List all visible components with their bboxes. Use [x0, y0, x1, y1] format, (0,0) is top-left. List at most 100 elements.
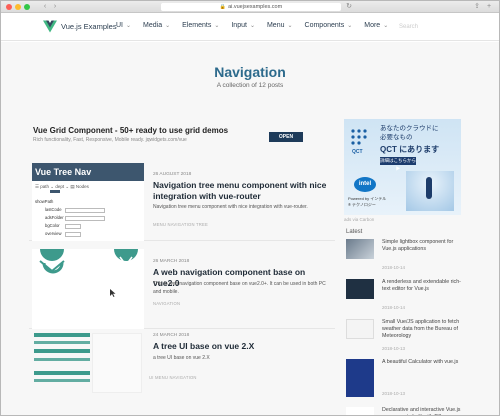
runner-figure	[426, 177, 432, 199]
menu-label: UI	[116, 22, 123, 29]
latest-date: 2018-10-14	[382, 305, 406, 310]
chevron-down-icon: ⌄	[165, 23, 171, 29]
post-card[interactable]: 26 MARCH 2018 A web navigation component…	[29, 249, 335, 329]
menu-item-components[interactable]: Components ⌄	[305, 22, 353, 29]
page-title: Navigation	[214, 64, 286, 80]
chevron-down-icon: ⌄	[347, 23, 353, 29]
latest-heading: Latest	[346, 229, 363, 235]
thumb-input	[65, 232, 81, 237]
search-input[interactable]: Search	[389, 18, 489, 36]
menu-label: Input	[231, 22, 247, 29]
thumb-heading: Vue Tree Nav	[32, 163, 144, 181]
post-title[interactable]: A tree UI base on vue 2.X	[153, 341, 328, 352]
ad-tagline: QCT にあります	[380, 145, 440, 154]
chevron-down-icon: ⌄	[287, 23, 293, 29]
post-tags[interactable]: UI MENU NAVIGATION	[149, 375, 197, 380]
latest-date: 2018-10-13	[382, 391, 406, 396]
post-thumbnail[interactable]	[32, 249, 144, 329]
post-card[interactable]: Vue Tree Nav ☰ path ⌄ dept ⌄ ▤ Nodes sho…	[29, 163, 335, 241]
chevron-down-icon: ⌄	[126, 23, 132, 29]
menu-label: Menu	[266, 22, 285, 29]
menu-item-more[interactable]: More ⌄	[364, 22, 388, 29]
latest-title[interactable]: Small Vue/JS application to fetch weathe…	[382, 319, 464, 339]
ad-caption[interactable]: ads via Carbon	[344, 217, 374, 222]
lock-icon: 🔒	[219, 4, 227, 10]
browser-window: ‹ › 🔒 ai.vuejsexamples.com ↻ ⇪ + Vue.js E…	[0, 0, 500, 416]
thumb-toolbar: ☰ path ⌄ dept ⌄ ▤ Nodes	[35, 184, 89, 189]
menu-item-input[interactable]: Input ⌄	[231, 22, 255, 29]
thumb-bar	[34, 379, 90, 382]
ad-headline: あなたのクラウドに 必要なもの	[380, 124, 458, 142]
post-date: 24 MARCH 2018	[153, 333, 190, 338]
forward-icon[interactable]: ›	[51, 3, 59, 11]
latest-title[interactable]: Simple lightbox component for Vue.js app…	[382, 239, 464, 253]
maximize-window-button[interactable]	[24, 4, 30, 10]
ad-line: あなたのクラウドに	[380, 125, 439, 132]
ad-url: jqwidgets.com/vue	[145, 137, 187, 143]
chevron-down-icon: ⌄	[383, 23, 389, 29]
thumb-input	[65, 224, 81, 229]
new-tab-icon[interactable]: +	[485, 3, 493, 11]
thumb-bar	[34, 333, 90, 337]
latest-thumbnail[interactable]	[346, 407, 374, 415]
thumb-body: ☰ path ⌄ dept ⌄ ▤ Nodes showPath lastCod…	[32, 181, 144, 241]
post-date: 26 MARCH 2018	[153, 259, 190, 264]
menu-item-media[interactable]: Media ⌄	[143, 22, 170, 29]
ad-desc-text: Rich functionality, Fast, Responsive, Mo…	[33, 137, 145, 143]
post-card[interactable]: 24 MARCH 2018 A tree UI base on vue 2.X …	[29, 329, 335, 413]
cursor-icon	[110, 289, 116, 297]
qct-logo-text: QCT	[352, 149, 363, 155]
post-description: a tree UI base on vue 2.X	[153, 355, 210, 361]
vue-logo-icon[interactable]	[43, 20, 57, 33]
menu-item-ui[interactable]: UI ⌄	[116, 22, 131, 29]
post-tags[interactable]: NAVIGATION	[153, 301, 180, 306]
ad-open-button[interactable]: OPEN	[269, 132, 303, 142]
latest-date: 2018-10-14	[382, 265, 406, 270]
post-title[interactable]: Navigation tree menu component with nice…	[153, 180, 328, 201]
post-thumbnail[interactable]: Vue Tree Nav ☰ path ⌄ dept ⌄ ▤ Nodes sho…	[32, 163, 144, 241]
latest-thumbnail[interactable]	[346, 359, 374, 397]
post-thumbnail[interactable]	[32, 331, 144, 415]
page-subtitle: A collection of 12 posts	[216, 82, 284, 89]
latest-thumbnail[interactable]	[346, 279, 374, 299]
thumb-panel	[92, 333, 142, 393]
sidebar-ad[interactable]: QCT あなたのクラウドに 必要なもの QCT にあります 詳細はこちらから ▶ …	[344, 119, 461, 215]
post-tags[interactable]: MENU NAVIGATION TREE	[153, 222, 208, 227]
menu-item-elements[interactable]: Elements ⌄	[182, 22, 219, 29]
ad-details-button[interactable]: 詳細はこちらから ▶	[380, 157, 416, 171]
close-window-button[interactable]	[6, 4, 12, 10]
post-description: Navigation tree menu component with nice…	[153, 204, 308, 210]
main-menu: UI ⌄ Media ⌄ Elements ⌄ Input ⌄ Menu ⌄ Compon…	[116, 22, 400, 29]
url-text: ai.vuejsexamples.com	[228, 4, 283, 10]
qct-logo-icon	[351, 129, 367, 145]
thumb-field: showPath	[35, 199, 54, 204]
menu-label: More	[364, 22, 381, 29]
latest-date: 2018-10-13	[382, 346, 406, 351]
thumb-input	[65, 208, 105, 213]
share-icon[interactable]: ⇪	[473, 3, 481, 11]
thumb-bar	[50, 190, 60, 193]
site-header: Vue.js Examples UI ⌄ Media ⌄ Elements ⌄ Inp…	[1, 14, 499, 41]
ad-line: 必要なもの	[380, 134, 413, 141]
latest-title[interactable]: A beautiful Calculator with vue.js	[382, 359, 464, 366]
address-bar[interactable]: 🔒 ai.vuejsexamples.com	[161, 3, 341, 11]
reload-icon[interactable]: ↻	[345, 3, 353, 11]
site-brand[interactable]: Vue.js Examples	[61, 22, 117, 31]
chevron-down-icon: ⌄	[249, 23, 255, 29]
back-icon[interactable]: ‹	[41, 3, 49, 11]
menu-label: Media	[143, 22, 163, 29]
browser-toolbar: ‹ › 🔒 ai.vuejsexamples.com ↻ ⇪ +	[1, 1, 499, 13]
minimize-window-button[interactable]	[15, 4, 21, 10]
intel-caption: Powered by インテル® テクノロジー	[348, 196, 387, 207]
menu-label: Components	[304, 22, 345, 29]
ad-image	[406, 171, 454, 211]
thumb-illustration	[39, 249, 138, 274]
ad-banner[interactable]: Vue Grid Component - 50+ ready to use gr…	[33, 126, 333, 156]
menu-item-menu[interactable]: Menu ⌄	[267, 22, 293, 29]
latest-title[interactable]: Declarative and interactive Vue.js compo…	[382, 407, 464, 415]
latest-thumbnail[interactable]	[346, 239, 374, 259]
post-description: This is web navigation component base on…	[153, 281, 326, 295]
latest-title[interactable]: A renderless and extendable rich-text ed…	[382, 279, 464, 293]
latest-thumbnail[interactable]	[346, 319, 374, 339]
post-date: 26 AUGUST 2018	[153, 172, 192, 177]
